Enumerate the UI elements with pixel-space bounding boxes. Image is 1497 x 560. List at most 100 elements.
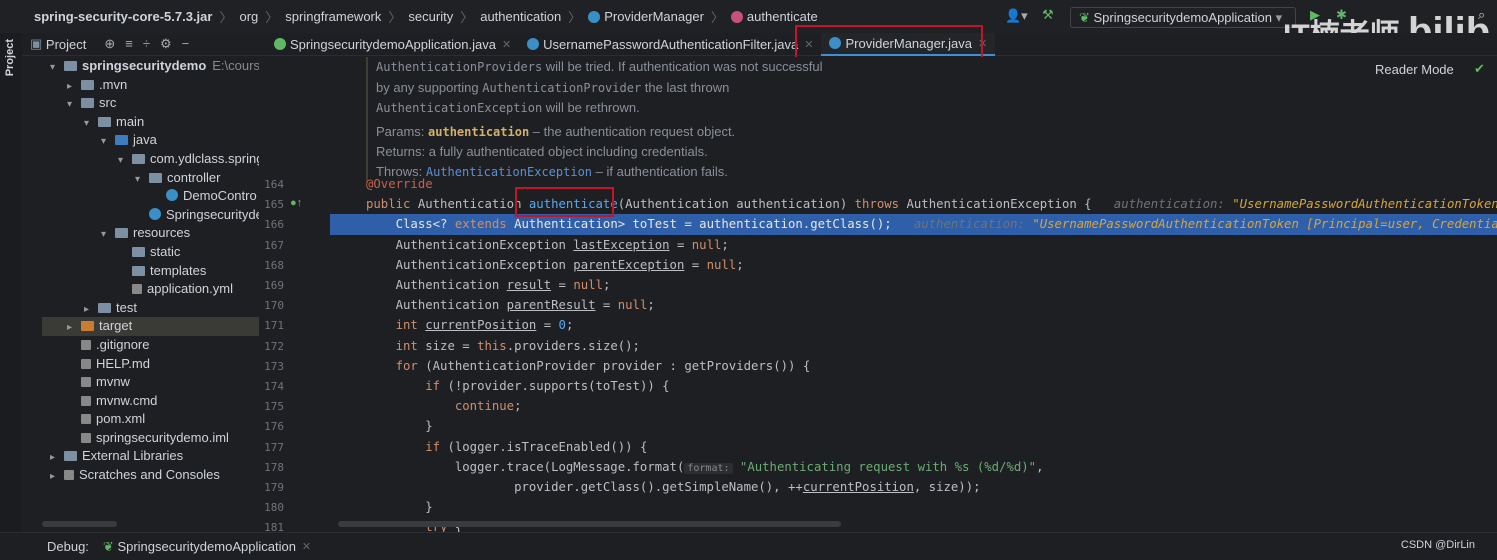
chevron-icon[interactable]: ▸ bbox=[50, 468, 64, 487]
line-number[interactable]: 166 bbox=[264, 218, 284, 231]
build-hammer-icon[interactable]: ⚒ bbox=[1042, 7, 1054, 23]
line-number[interactable]: 179 bbox=[264, 481, 284, 494]
tree-item[interactable]: ▸ Scratches and Consoles bbox=[42, 466, 259, 485]
tree-item-label: springsecuritydemo bbox=[82, 58, 207, 73]
close-icon[interactable]: ✕ bbox=[302, 540, 311, 553]
tree-item[interactable]: ▸ External Libraries bbox=[42, 447, 259, 466]
tree-item[interactable]: ▾ controller bbox=[42, 169, 259, 188]
breadcrumb-item[interactable]: security bbox=[408, 9, 453, 24]
tree-item[interactable]: mvnw.cmd bbox=[42, 392, 259, 411]
code-line: AuthenticationException parentException … bbox=[330, 255, 1497, 275]
breakpoint-override-icon[interactable]: ●↑ bbox=[290, 197, 302, 209]
code-token: , size)); bbox=[913, 480, 981, 494]
reader-mode-button[interactable]: Reader Mode bbox=[1375, 62, 1454, 77]
breadcrumb-item[interactable]: authenticate bbox=[747, 9, 818, 24]
editor-horizontal-scrollbar[interactable] bbox=[338, 521, 841, 527]
tree-item-label: mvnw.cmd bbox=[96, 392, 158, 408]
tree-item[interactable]: application.yml bbox=[42, 280, 259, 299]
breadcrumb-item[interactable]: ProviderManager bbox=[604, 9, 704, 24]
tree-horizontal-scrollbar[interactable] bbox=[42, 521, 117, 527]
tree-item-label: DemoContro bbox=[183, 188, 257, 204]
folder-icon bbox=[115, 228, 128, 239]
debug-session-tab[interactable]: ❦ SpringsecuritydemoApplication ✕ bbox=[103, 539, 311, 555]
folder-icon bbox=[132, 246, 145, 257]
java-class-icon bbox=[274, 38, 286, 50]
tree-item[interactable]: ▾ com.ydlclass.spring bbox=[42, 150, 259, 169]
tree-item[interactable]: static bbox=[42, 243, 259, 262]
tree-item[interactable]: ▾ resources bbox=[42, 224, 259, 243]
javadoc-text: AuthenticationProvider bbox=[482, 80, 642, 95]
code-token: result bbox=[506, 278, 552, 292]
close-icon[interactable]: ✕ bbox=[502, 38, 511, 51]
code-editor[interactable]: AuthenticationProviders will be tried. I… bbox=[330, 57, 1497, 532]
code-line: Class<? extends Authentication> toTest =… bbox=[330, 214, 1497, 235]
tree-item-label: application.yml bbox=[147, 281, 233, 297]
code-token: null bbox=[617, 298, 648, 313]
tree-item[interactable]: HELP.md bbox=[42, 355, 259, 374]
line-number[interactable]: 173 bbox=[264, 360, 284, 373]
line-number[interactable]: 174 bbox=[264, 380, 284, 393]
tree-item[interactable]: DemoContro bbox=[42, 187, 259, 206]
code-token: = bbox=[551, 278, 574, 292]
tree-item[interactable]: ▾springsecuritydemoE:\course bbox=[42, 57, 259, 76]
line-number[interactable]: 175 bbox=[264, 400, 284, 413]
chevron-right-icon: 〉 bbox=[388, 10, 402, 25]
folder-icon bbox=[98, 116, 111, 127]
tree-item[interactable]: Springsecuritydem bbox=[42, 206, 259, 225]
class-icon bbox=[588, 10, 601, 23]
editor-tab[interactable]: UsernamePasswordAuthenticationFilter.jav… bbox=[519, 33, 821, 56]
tree-item[interactable]: ▸ .mvn bbox=[42, 76, 259, 95]
tree-item[interactable]: springsecuritydemo.iml bbox=[42, 429, 259, 448]
tree-item[interactable]: ▾ main bbox=[42, 113, 259, 132]
breadcrumb-item[interactable]: org bbox=[239, 9, 258, 24]
tree-item-label: main bbox=[116, 113, 145, 129]
code-token: } bbox=[366, 419, 433, 434]
line-number[interactable]: 168 bbox=[264, 259, 284, 272]
project-tool-button[interactable]: Project bbox=[4, 39, 16, 76]
breadcrumb-item[interactable]: authentication bbox=[480, 9, 561, 24]
chevron-down-icon: ▾ bbox=[1272, 10, 1283, 25]
tree-item[interactable]: templates bbox=[42, 262, 259, 281]
line-number[interactable]: 165 bbox=[264, 198, 284, 211]
tree-item[interactable]: .gitignore bbox=[42, 336, 259, 355]
editor-tab[interactable]: SpringsecuritydemoApplication.java ✕ bbox=[266, 33, 519, 56]
chevron-right-icon: 〉 bbox=[219, 10, 233, 25]
line-number[interactable]: 180 bbox=[264, 501, 284, 514]
line-number[interactable]: 177 bbox=[264, 441, 284, 454]
run-configuration-dropdown[interactable]: ❦ SpringsecuritydemoApplication ▾ bbox=[1070, 7, 1296, 28]
project-panel-header[interactable]: ▣ Project ⊕≡÷⚙− bbox=[22, 33, 266, 56]
line-number[interactable]: 176 bbox=[264, 420, 284, 433]
folder-icon bbox=[81, 98, 94, 109]
line-number[interactable]: 164 bbox=[264, 178, 284, 191]
tree-item[interactable]: pom.xml bbox=[42, 410, 259, 429]
folder-icon bbox=[81, 79, 94, 90]
tree-item[interactable]: mvnw bbox=[42, 373, 259, 392]
user-icon[interactable]: 👤▾ bbox=[1005, 8, 1028, 24]
line-number[interactable]: 172 bbox=[264, 340, 284, 353]
code-token: ; bbox=[565, 318, 574, 333]
line-number[interactable]: 170 bbox=[264, 299, 284, 312]
inspection-ok-icon[interactable]: ✔ bbox=[1474, 61, 1485, 77]
tree-item-path: E:\course bbox=[212, 58, 259, 73]
code-token: ; bbox=[602, 278, 611, 292]
javadoc-text: the last thrown bbox=[641, 79, 730, 95]
code-token: null bbox=[706, 257, 737, 272]
breadcrumb-item[interactable]: springframework bbox=[285, 9, 381, 24]
tree-item[interactable]: ▾ src bbox=[42, 94, 259, 113]
line-number[interactable]: 169 bbox=[264, 279, 284, 292]
code-token: "UsernamePasswordAuthenticationToken [Pr… bbox=[1032, 217, 1497, 232]
code-token: throws bbox=[854, 197, 907, 212]
line-number[interactable]: 167 bbox=[264, 239, 284, 252]
tree-item[interactable]: ▸ test bbox=[42, 299, 259, 318]
tree-item-label: test bbox=[116, 299, 137, 315]
tree-item[interactable]: ▾ java bbox=[42, 131, 259, 150]
editor-tab-bar: ▣ Project ⊕≡÷⚙− SpringsecuritydemoApplica… bbox=[22, 32, 1497, 56]
line-number[interactable]: 171 bbox=[264, 319, 284, 332]
tree-item-label: controller bbox=[167, 169, 221, 185]
file-icon bbox=[81, 432, 91, 443]
panel-tool-icons[interactable]: ⊕≡÷⚙− bbox=[104, 36, 199, 52]
breadcrumb-item[interactable]: spring-security-core-5.7.3.jar bbox=[34, 9, 212, 24]
line-number[interactable]: 178 bbox=[264, 461, 284, 474]
code-token: public bbox=[366, 197, 418, 212]
tree-item[interactable]: ▸ target bbox=[42, 317, 259, 336]
